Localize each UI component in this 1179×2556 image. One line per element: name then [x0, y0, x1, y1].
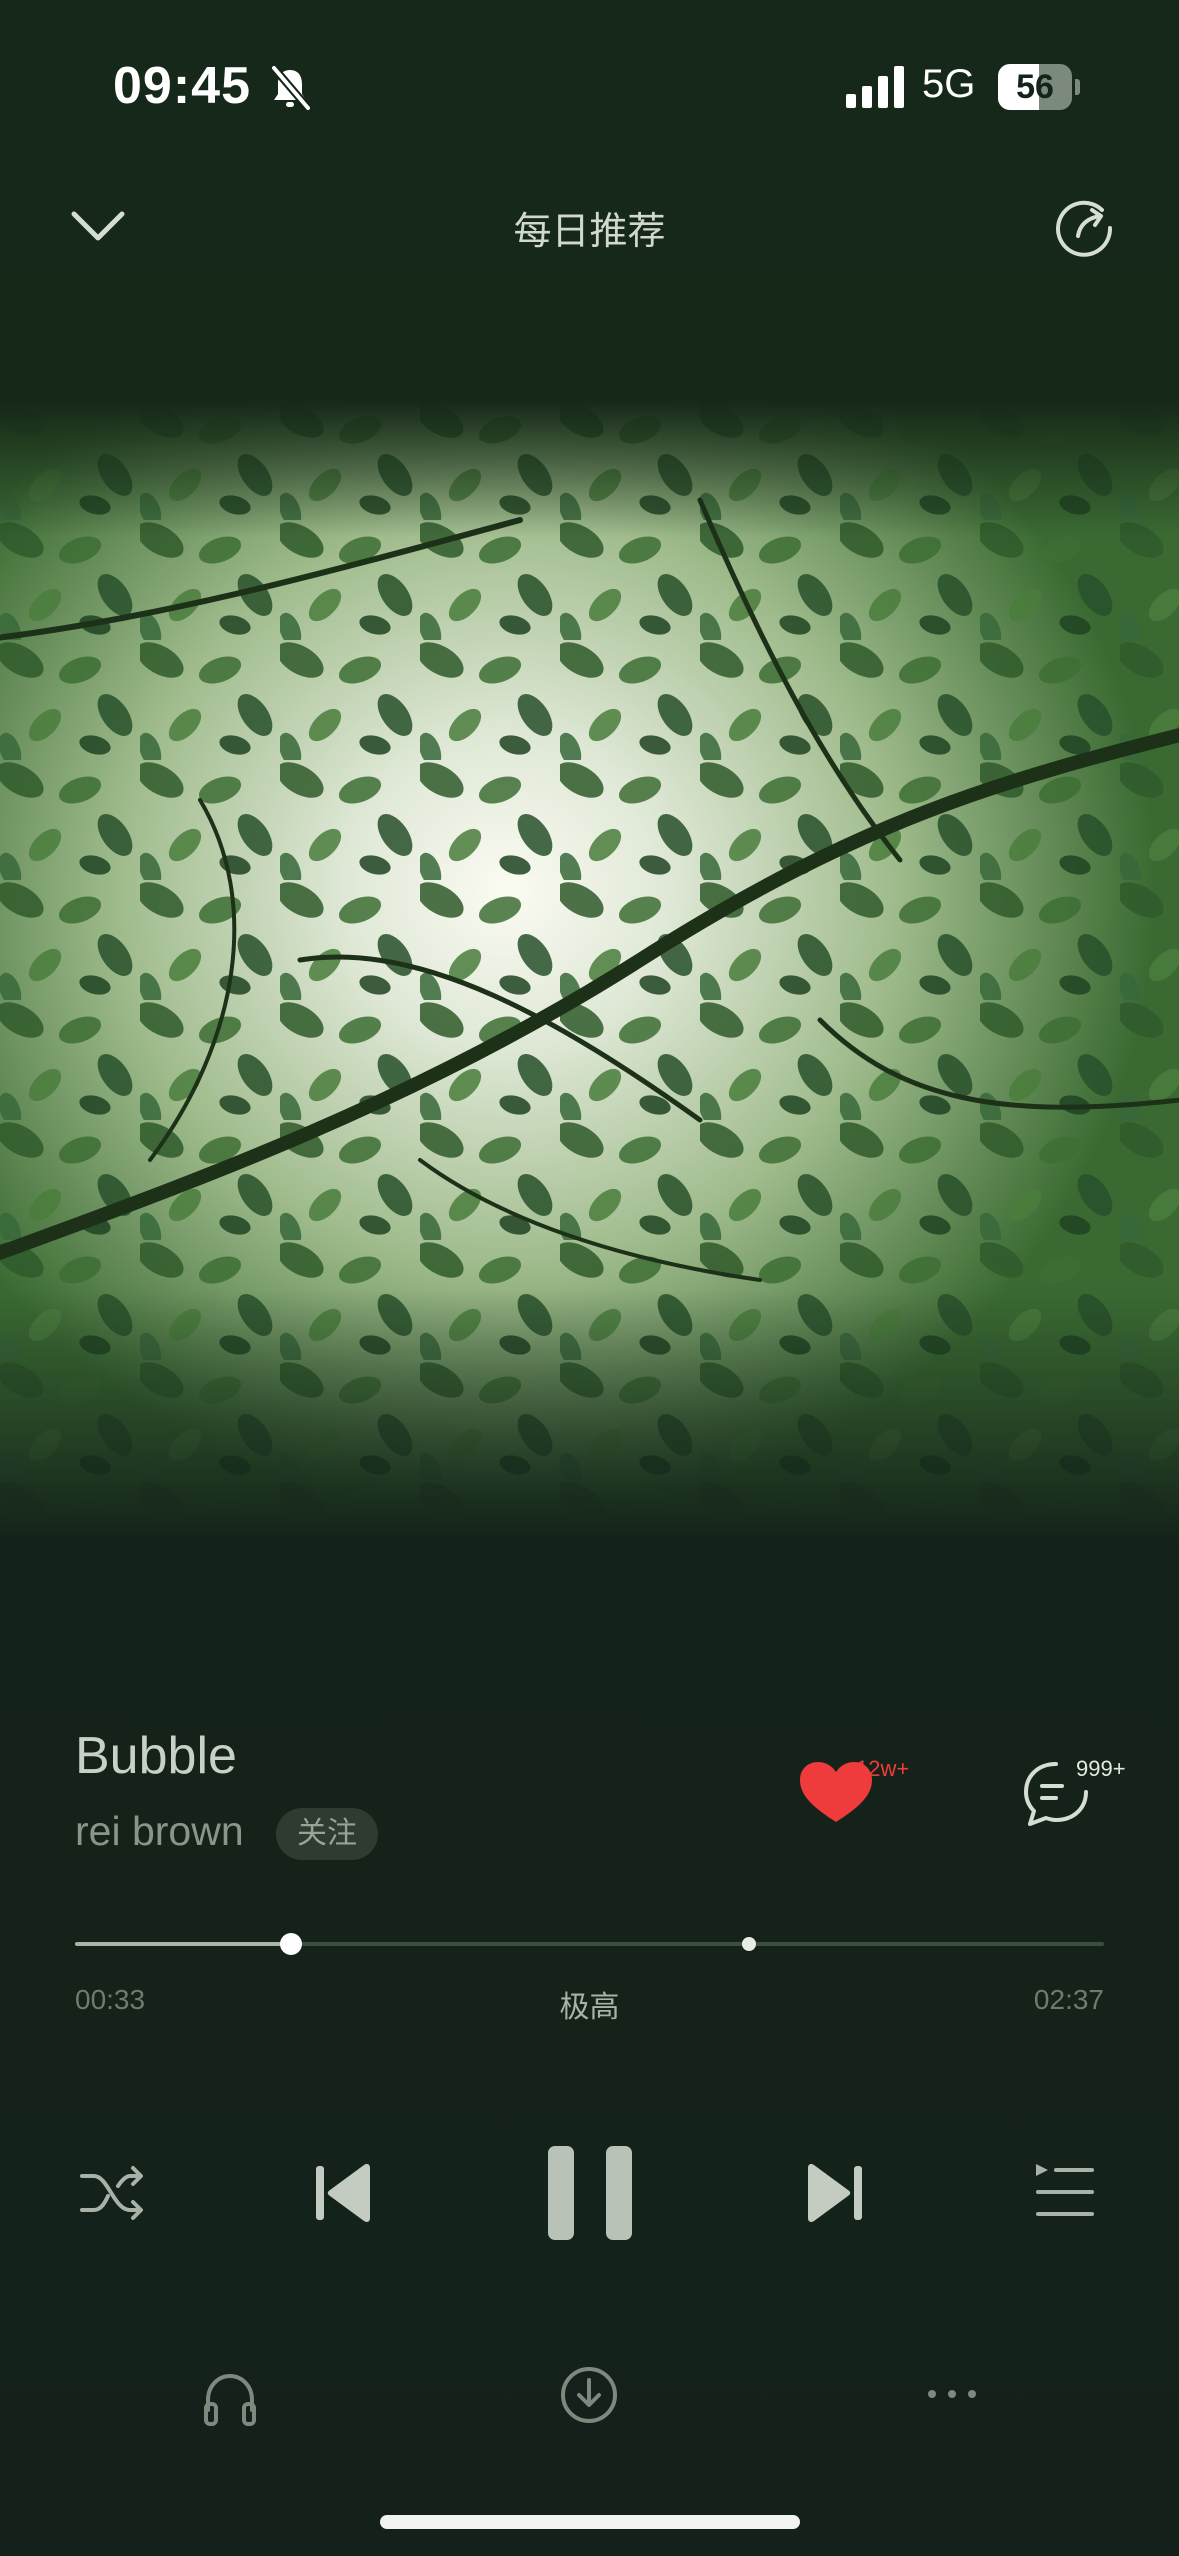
download-icon[interactable]: [558, 2364, 620, 2426]
album-artwork[interactable]: [0, 400, 1179, 1540]
bell-muted-icon: [270, 65, 312, 111]
song-title[interactable]: Bubble: [75, 1726, 237, 1786]
home-indicator[interactable]: [380, 2515, 800, 2529]
progress-slider[interactable]: [75, 1933, 1104, 1955]
buffer-marker: [741, 1937, 756, 1951]
more-icon[interactable]: [924, 2370, 980, 2418]
network-type: 5G: [922, 62, 976, 106]
like-count: 12w+: [856, 1756, 910, 1781]
pause-icon[interactable]: [540, 2142, 640, 2244]
next-icon[interactable]: [802, 2158, 866, 2228]
page-title: 每日推荐: [513, 209, 666, 253]
player-screen: 09:45 5G 56 每日推荐 Bubble rei brown 关注 12w…: [0, 0, 1179, 2556]
shuffle-icon[interactable]: [78, 2158, 148, 2228]
previous-icon[interactable]: [312, 2158, 376, 2228]
headphones-icon[interactable]: [200, 2370, 260, 2430]
status-time: 09:45: [113, 57, 251, 115]
comment-count: 999+: [1076, 1756, 1126, 1781]
battery-icon: 56: [998, 64, 1080, 110]
progress-played: [75, 1942, 292, 1946]
follow-button[interactable]: 关注: [276, 1808, 378, 1860]
quality-label[interactable]: 极高: [0, 1982, 1179, 2026]
album-artwork-image: [0, 400, 1179, 1540]
battery-level: 56: [1016, 68, 1054, 106]
playlist-icon[interactable]: [1034, 2160, 1096, 2222]
progress-thumb[interactable]: [280, 1933, 303, 1955]
signal-icon: [846, 66, 904, 108]
total-time: 02:37: [1033, 1984, 1104, 2015]
artist-name[interactable]: rei brown: [75, 1808, 244, 1855]
share-refresh-icon[interactable]: [1052, 196, 1116, 260]
